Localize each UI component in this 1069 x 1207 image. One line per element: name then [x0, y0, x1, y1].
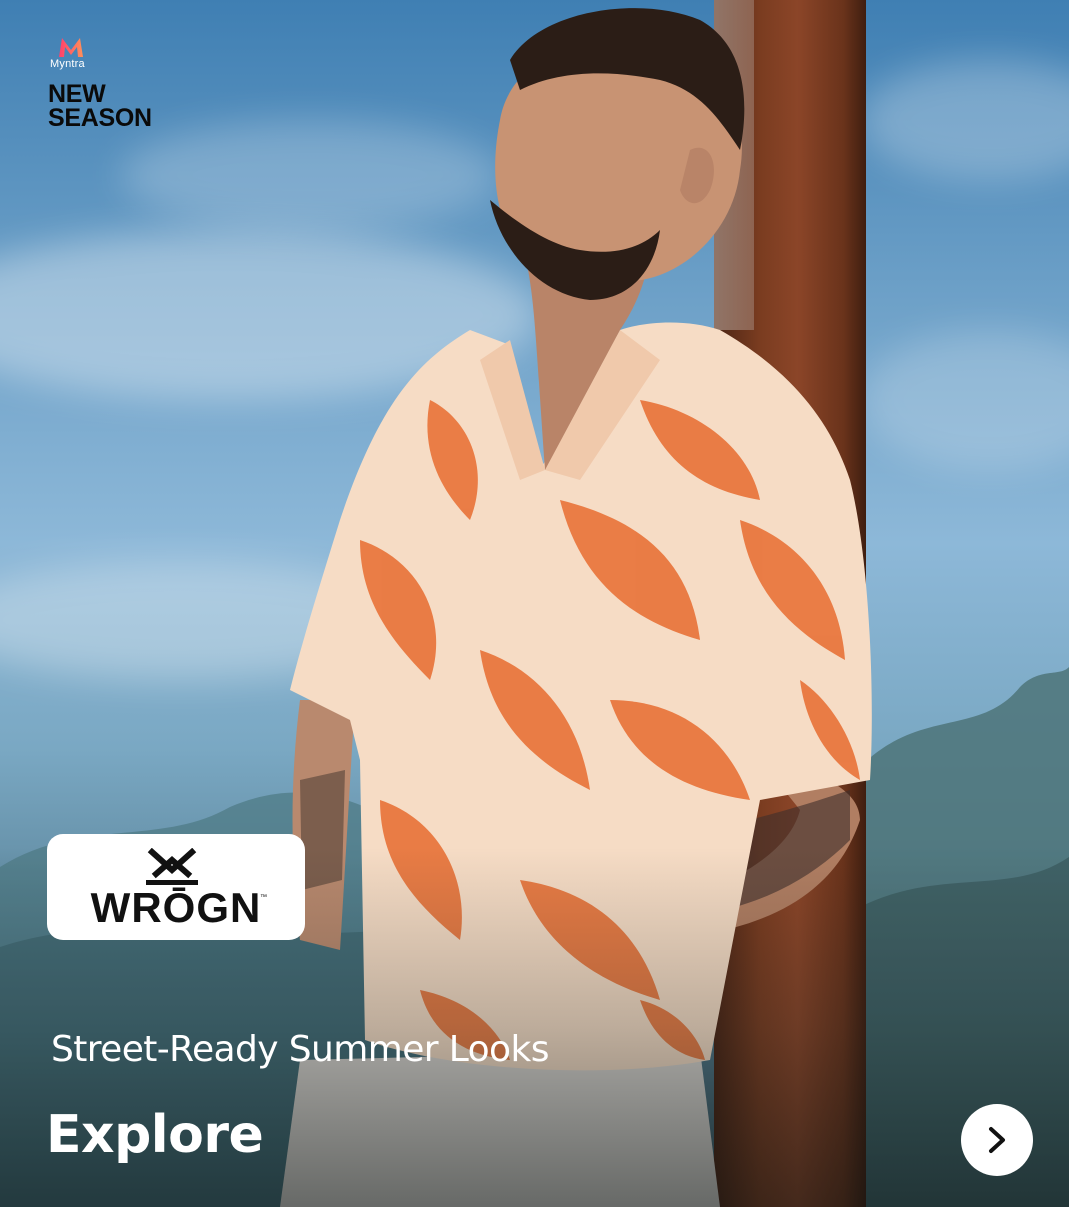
- new-season-label: NEW SEASON: [48, 80, 152, 132]
- explore-cta[interactable]: Explore: [46, 1100, 264, 1170]
- trademark-mark: ™: [260, 894, 267, 901]
- partner-brand-name: WRŌGN: [90, 884, 262, 931]
- promo-banner[interactable]: Myntra NEW SEASON WRŌGN ™ Street-Ready S…: [0, 0, 1069, 1207]
- partner-brand-card[interactable]: WRŌGN ™: [47, 834, 305, 940]
- banner-tagline: Street-Ready Summer Looks: [51, 1029, 549, 1070]
- myntra-wordmark: Myntra: [50, 58, 85, 70]
- season-line-2: SEASON: [48, 104, 152, 132]
- chevron-right-icon: [989, 1127, 1005, 1153]
- next-button[interactable]: [961, 1104, 1033, 1176]
- myntra-m-logo-icon: [59, 38, 83, 57]
- season-line-1: NEW: [48, 80, 106, 108]
- wrogn-crossed-logo-icon: [146, 848, 198, 885]
